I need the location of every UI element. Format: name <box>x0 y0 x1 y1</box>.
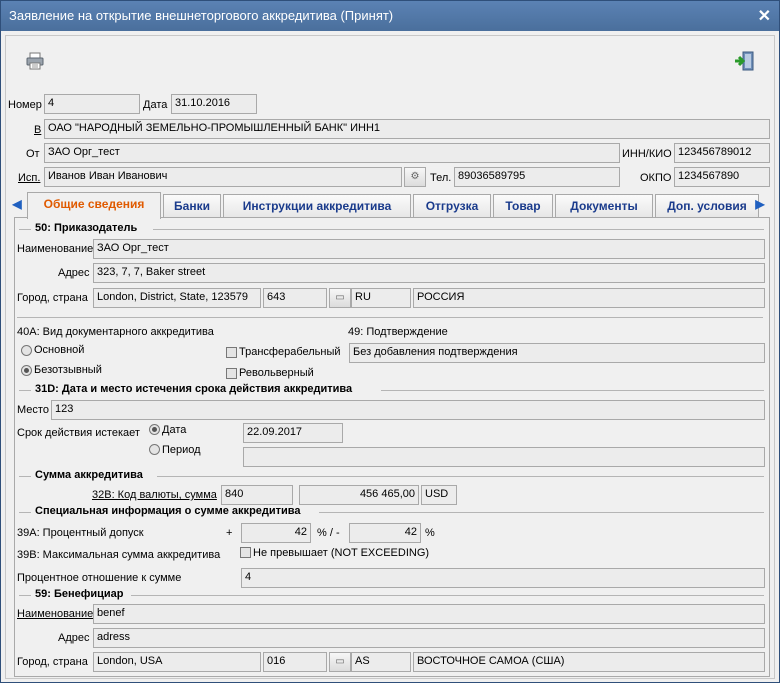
revolving-label: Револьверный <box>239 367 314 379</box>
tolerance-plus-sign: + <box>226 527 233 539</box>
principal-section: 50: Приказодатель <box>19 222 764 236</box>
revolving-checkbox[interactable] <box>226 368 237 379</box>
executor-label[interactable]: Исп. <box>18 172 40 184</box>
currency-field[interactable]: USD <box>421 485 457 505</box>
expiry-place-field[interactable]: 123 <box>51 400 765 420</box>
inn-label: ИНН/КИО <box>622 148 672 160</box>
currency-code-label[interactable]: 32B: Код валюты, сумма <box>92 489 217 501</box>
not-exceeding-label: Не превышает (NOT EXCEEDING) <box>253 547 430 559</box>
beneficiary-city-field[interactable]: London, USA <box>93 652 261 672</box>
executor-lookup-button[interactable]: ⚙ <box>404 167 426 187</box>
transferable-checkbox[interactable] <box>226 347 237 358</box>
currency-code-field[interactable]: 840 <box>221 485 293 505</box>
beneficiary-country-code-field[interactable]: 016 <box>263 652 327 672</box>
principal-country-name-field[interactable]: РОССИЯ <box>413 288 765 308</box>
max-amount-label: 39B: Максимальная сумма аккредитива <box>17 549 221 561</box>
to-bank-field[interactable]: ОАО "НАРОДНЫЙ ЗЕМЕЛЬНО-ПРОМЫШЛЕННЫЙ БАНК… <box>44 119 770 139</box>
tolerance-separator: % / - <box>317 527 340 539</box>
from-field[interactable]: ЗАО Орг_тест <box>44 143 620 163</box>
lc-type-label: 40A: Вид документарного аккредитива <box>17 326 214 338</box>
tolerance-label: 39A: Процентный допуск <box>17 527 144 539</box>
tab-extra-conditions[interactable]: Доп. условия <box>655 194 759 218</box>
tolerance-percent-sign: % <box>425 527 435 539</box>
principal-name-field[interactable]: ЗАО Орг_тест <box>93 239 765 259</box>
principal-country-lookup-button[interactable]: ▭ <box>329 288 351 308</box>
lc-type-basic-label: Основной <box>34 344 85 356</box>
to-bank-label[interactable]: В <box>34 124 41 136</box>
dialog-window: Заявление на открытие внешнеторгового ак… <box>0 0 780 683</box>
general-panel: 50: Приказодатель Наименование ЗАО Орг_т… <box>14 217 770 677</box>
tab-goods[interactable]: Товар <box>493 194 553 218</box>
tolerance-plus-field[interactable]: 42 <box>241 523 311 543</box>
tolerance-minus-field[interactable]: 42 <box>349 523 421 543</box>
phone-field[interactable]: 89036589795 <box>454 167 620 187</box>
not-exceeding-checkbox[interactable] <box>240 547 251 558</box>
dialog-body: Номер 4 Дата 31.10.2016 В ОАО "НАРОДНЫЙ … <box>5 35 775 679</box>
expiry-place-label: Место <box>17 404 49 416</box>
beneficiary-address-field[interactable]: adress <box>93 628 765 648</box>
lc-type-irrevocable-label: Безотзывный <box>34 364 102 376</box>
confirmation-label: 49: Подтверждение <box>348 326 448 338</box>
lc-type-irrevocable-radio[interactable] <box>21 365 32 376</box>
principal-address-field[interactable]: 323, 7, 7, Baker street <box>93 263 765 283</box>
inn-field[interactable]: 123456789012 <box>674 143 770 163</box>
expiry-date-label: Дата <box>162 424 187 436</box>
okpo-field[interactable]: 1234567890 <box>674 167 770 187</box>
principal-address-label: Адрес <box>58 267 90 279</box>
tab-instructions[interactable]: Инструкции аккредитива <box>223 194 411 218</box>
executor-field[interactable]: Иванов Иван Иванович <box>44 167 402 187</box>
expiry-date-field[interactable]: 22.09.2017 <box>243 423 343 443</box>
beneficiary-name-label[interactable]: Наименование <box>17 608 93 620</box>
special-section: Специальная информация о сумме аккредити… <box>19 505 764 519</box>
beneficiary-city-label: Город, страна <box>17 656 88 668</box>
window-title: Заявление на открытие внешнеторгового ак… <box>9 8 394 23</box>
beneficiary-country-alpha-field[interactable]: AS <box>351 652 411 672</box>
beneficiary-country-name-field[interactable]: ВОСТОЧНОЕ САМОА (США) <box>413 652 765 672</box>
from-label: От <box>26 148 40 160</box>
tab-general[interactable]: Общие сведения <box>27 192 161 219</box>
tab-scroll-right-icon[interactable]: ▶ <box>753 194 767 214</box>
amount-section: Сумма аккредитива <box>19 469 764 483</box>
tab-documents[interactable]: Документы <box>555 194 653 218</box>
confirmation-field[interactable]: Без добавления подтверждения <box>349 343 765 363</box>
expiry-period-radio[interactable] <box>149 444 160 455</box>
tab-shipment[interactable]: Отгрузка <box>413 194 491 218</box>
expiry-date-radio[interactable] <box>149 424 160 435</box>
printer-icon[interactable] <box>26 52 44 70</box>
beneficiary-section: 59: Бенефициар <box>19 588 764 602</box>
phone-label: Тел. <box>430 172 452 184</box>
beneficiary-country-lookup-button[interactable]: ▭ <box>329 652 351 672</box>
beneficiary-address-label: Адрес <box>58 632 90 644</box>
number-label: Номер <box>8 99 42 111</box>
number-field[interactable]: 4 <box>44 94 140 114</box>
expiry-period-label: Период <box>162 444 201 456</box>
close-icon[interactable]: ✕ <box>758 6 771 26</box>
principal-city-label: Город, страна <box>17 292 88 304</box>
expires-label: Срок действия истекает <box>17 427 140 439</box>
ratio-field[interactable]: 4 <box>241 568 765 588</box>
divider <box>17 317 763 318</box>
transferable-label: Трансферабельный <box>239 346 341 358</box>
ratio-label: Процентное отношение к сумме <box>17 572 182 584</box>
tab-bar: Общие сведения Банки Инструкции аккредит… <box>14 192 774 219</box>
amount-field[interactable]: 456 465,00 <box>299 485 419 505</box>
expiry-section: 31D: Дата и место истечения срока действ… <box>19 383 764 397</box>
expiry-period-field[interactable] <box>243 447 765 467</box>
beneficiary-name-field[interactable]: benef <box>93 604 765 624</box>
date-field[interactable]: 31.10.2016 <box>171 94 257 114</box>
principal-city-field[interactable]: London, District, State, 123579 <box>93 288 261 308</box>
exit-door-icon[interactable] <box>734 50 756 72</box>
principal-country-alpha-field[interactable]: RU <box>351 288 411 308</box>
principal-name-label: Наименование <box>17 243 94 255</box>
tab-banks[interactable]: Банки <box>163 194 221 218</box>
okpo-label: ОКПО <box>640 172 672 184</box>
principal-country-code-field[interactable]: 643 <box>263 288 327 308</box>
title-bar: Заявление на открытие внешнеторгового ак… <box>1 1 779 31</box>
date-label: Дата <box>143 99 168 111</box>
lc-type-basic-radio[interactable] <box>21 345 32 356</box>
